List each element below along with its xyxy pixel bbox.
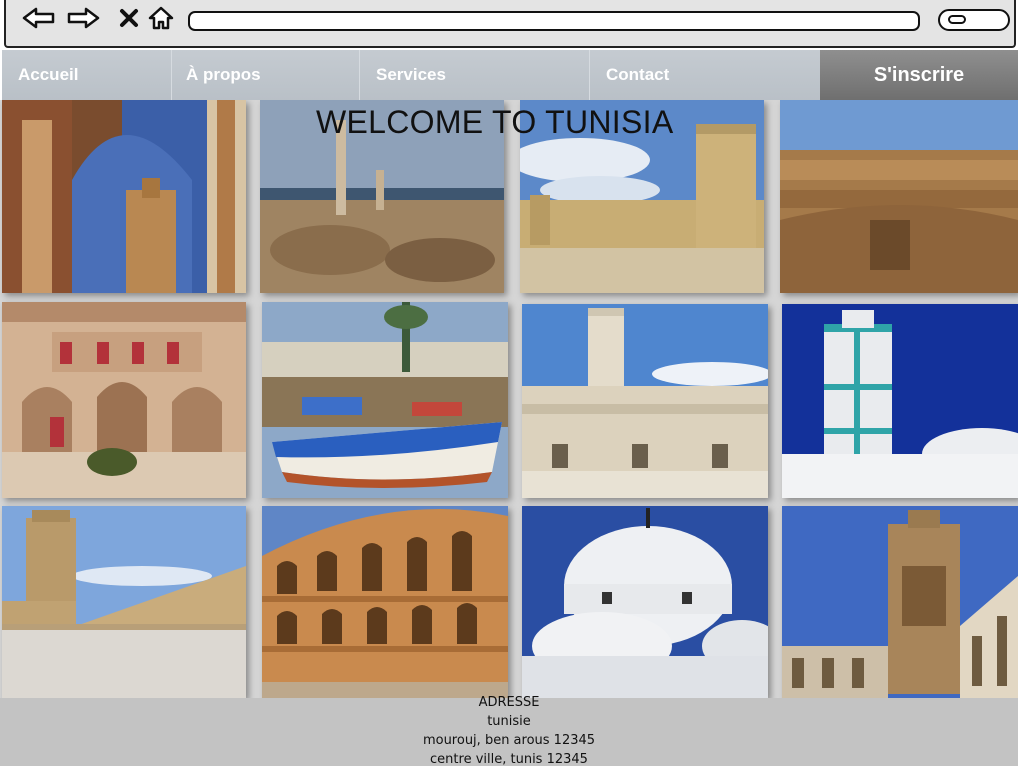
- footer-line-country: tunisie: [487, 714, 531, 729]
- tile-white-domes: [522, 506, 768, 698]
- signup-button[interactable]: S'inscrire: [820, 50, 1018, 100]
- tile-el-jem-colosseum: [262, 506, 508, 698]
- welcome-title: WELCOME TO TUNISIA: [316, 104, 674, 140]
- tile-blue-minaret: [782, 304, 1018, 498]
- footer-heading: ADRESSE: [478, 695, 540, 710]
- tile-zitouna-minaret: [782, 506, 1018, 698]
- browser-toolbar: [4, 0, 1016, 48]
- tile-el-jem-interior: [780, 100, 1018, 293]
- tile-fishing-boats: [262, 302, 508, 498]
- forward-arrow-icon[interactable]: [66, 4, 100, 32]
- home-icon[interactable]: [144, 4, 178, 32]
- tile-ribat-fortress: [522, 304, 768, 498]
- photo-gallery: WELCOME TO TUNISIA: [0, 100, 1018, 698]
- tile-kairouan-mosque: [2, 506, 246, 698]
- tile-arch-minaret: [2, 100, 246, 293]
- footer: ADRESSE tunisie mourouj, ben arous 12345…: [0, 695, 1018, 766]
- tile-courtyard: [2, 302, 246, 498]
- nav-item-a-propos[interactable]: À propos: [172, 50, 360, 100]
- url-bar[interactable]: [188, 11, 920, 31]
- search-box[interactable]: [938, 9, 1010, 31]
- back-arrow-icon[interactable]: [22, 4, 56, 32]
- footer-line-address-2: centre ville, tunis 12345: [430, 752, 588, 766]
- signup-label: S'inscrire: [873, 63, 965, 86]
- footer-line-address-1: mourouj, ben arous 12345: [422, 733, 596, 748]
- nav-item-accueil[interactable]: Accueil: [2, 50, 172, 100]
- nav-label: À propos: [186, 65, 261, 84]
- nav-label: Services: [376, 65, 446, 84]
- search-icon: [948, 15, 966, 24]
- main-nav: Accueil À propos Services Contact S'insc…: [2, 50, 1018, 100]
- nav-label: Contact: [606, 65, 670, 84]
- nav-label: Accueil: [18, 65, 79, 84]
- close-icon[interactable]: [112, 4, 146, 32]
- nav-item-contact[interactable]: Contact: [590, 50, 820, 100]
- nav-item-services[interactable]: Services: [360, 50, 590, 100]
